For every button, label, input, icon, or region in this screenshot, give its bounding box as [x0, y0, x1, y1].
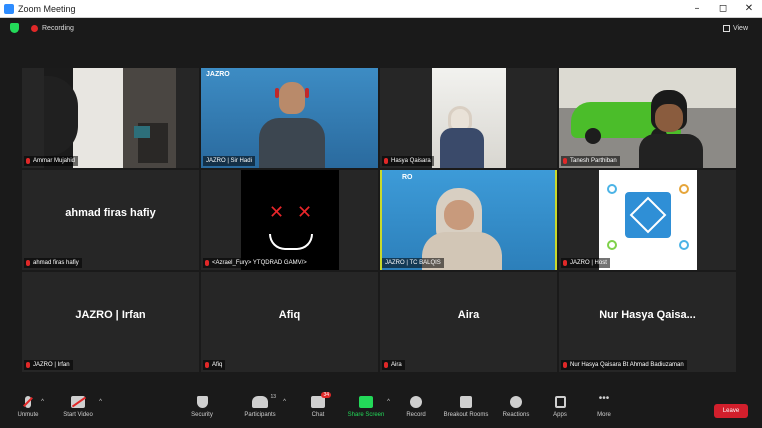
- participant-name: JAZRO | Irfan: [24, 360, 73, 370]
- muted-mic-icon: [563, 362, 567, 368]
- participant-name: JAZRO | TC BALQIS: [382, 258, 444, 268]
- participant-name: JAZRO | Host: [561, 258, 610, 268]
- meeting-controls-toolbar: ^ Unmute ^ Start Video Security 13 ^ Par…: [0, 392, 762, 428]
- participant-name: Afiq: [203, 360, 226, 370]
- minimize-button[interactable]: –: [684, 0, 710, 18]
- muted-mic-icon: [26, 158, 30, 164]
- participant-display-name: Aira: [457, 309, 480, 321]
- participant-avatar-image: ✕ ✕: [241, 170, 339, 270]
- participant-tile[interactable]: Tanesh Parthiban: [559, 68, 736, 168]
- unmute-button[interactable]: ^ Unmute: [6, 396, 50, 418]
- more-button[interactable]: ••• More: [582, 393, 626, 419]
- participant-video: [44, 68, 176, 168]
- participant-tile[interactable]: JAZRO | Irfan JAZRO | Irfan: [22, 272, 199, 372]
- chevron-up-icon[interactable]: ^: [99, 399, 102, 405]
- participant-avatar-image: [599, 170, 697, 270]
- title-bar: Zoom Meeting – ◻ ✕: [0, 0, 762, 18]
- meeting-status-bar: Recording View: [0, 18, 762, 38]
- muted-mic-icon: [26, 260, 30, 266]
- chat-button[interactable]: 34 Chat: [296, 392, 340, 418]
- smiley-icon: [510, 396, 522, 408]
- muted-mic-icon: [205, 362, 209, 368]
- participant-display-name: Afiq: [278, 309, 301, 321]
- participant-name: Hasya Qaisara: [382, 156, 434, 166]
- participant-video: JAZRO: [201, 68, 378, 168]
- participant-name: Nur Hasya Qaisara Bt Ahmad Badiuzaman: [561, 360, 687, 370]
- participant-tile-active-speaker[interactable]: RO JAZRO | TC BALQIS: [380, 170, 557, 270]
- participant-display-name: ahmad firas hafiy: [65, 207, 156, 219]
- muted-mic-icon: [205, 260, 209, 266]
- participant-name: Aira: [382, 360, 405, 370]
- gallery-view: Ammar Mujahid JAZRO JAZRO | Sir Hadi Has…: [22, 68, 738, 373]
- view-button[interactable]: View: [722, 24, 748, 32]
- record-icon: [410, 396, 422, 408]
- participant-tile[interactable]: Hasya Qaisara: [380, 68, 557, 168]
- participant-tile[interactable]: ✕ ✕ <Azrael_Fury> YTQDRAD GAMV/>: [201, 170, 378, 270]
- share-screen-icon: [359, 396, 373, 408]
- participant-tile[interactable]: Ammar Mujahid: [22, 68, 199, 168]
- breakout-rooms-button[interactable]: Breakout Rooms: [444, 396, 488, 418]
- zoom-app-icon: [4, 3, 14, 14]
- participant-name: Ammar Mujahid: [24, 156, 79, 166]
- participant-video: [432, 68, 506, 168]
- share-screen-button[interactable]: ^ Share Screen: [344, 396, 390, 418]
- participant-display-name: Nur Hasya Qaisa...: [599, 309, 696, 321]
- participant-name: Tanesh Parthiban: [561, 156, 620, 166]
- video-off-icon: [71, 396, 87, 408]
- participant-tile[interactable]: ahmad firas hafiy ahmad firas hafiy: [22, 170, 199, 270]
- muted-mic-icon: [26, 362, 30, 368]
- window-title: Zoom Meeting: [18, 3, 76, 14]
- participant-name: <Azrael_Fury> YTQDRAD GAMV/>: [203, 258, 310, 268]
- participant-tile[interactable]: JAZRO | Host: [559, 170, 736, 270]
- security-button[interactable]: Security: [180, 396, 224, 418]
- apps-icon: [554, 396, 566, 408]
- participant-name: ahmad firas hafiy: [24, 258, 82, 268]
- participants-icon: 13: [252, 394, 276, 408]
- start-video-button[interactable]: ^ Start Video: [56, 396, 102, 418]
- more-dots-icon: •••: [598, 393, 610, 404]
- shield-icon: [196, 396, 208, 408]
- chevron-up-icon[interactable]: ^: [283, 399, 286, 405]
- participant-tile[interactable]: JAZRO JAZRO | Sir Hadi: [201, 68, 378, 168]
- muted-mic-icon: [23, 396, 33, 408]
- participant-video: RO: [382, 170, 555, 270]
- participant-video: [559, 68, 736, 168]
- reactions-button[interactable]: Reactions: [494, 396, 538, 418]
- participant-tile[interactable]: Aira Aira: [380, 272, 557, 372]
- recording-dot-icon: [31, 24, 38, 32]
- chevron-up-icon[interactable]: ^: [387, 399, 390, 405]
- participant-name: JAZRO | Sir Hadi: [203, 156, 255, 166]
- participants-button[interactable]: 13 ^ Participants: [238, 394, 286, 418]
- maximize-button[interactable]: ◻: [710, 0, 736, 18]
- view-label: View: [732, 24, 748, 32]
- recording-label: Recording: [42, 24, 74, 32]
- muted-mic-icon: [384, 158, 388, 164]
- muted-mic-icon: [563, 260, 567, 266]
- breakout-rooms-icon: [460, 396, 472, 408]
- muted-mic-icon: [563, 158, 567, 164]
- chat-icon: 34: [311, 392, 331, 408]
- record-button[interactable]: Record: [394, 396, 438, 418]
- encryption-shield-icon[interactable]: [10, 23, 19, 33]
- participant-tile[interactable]: Nur Hasya Qaisa... Nur Hasya Qaisara Bt …: [559, 272, 736, 372]
- chevron-up-icon[interactable]: ^: [41, 399, 44, 405]
- leave-button[interactable]: Leave: [714, 404, 748, 418]
- grid-view-icon: [722, 24, 730, 32]
- muted-mic-icon: [384, 362, 388, 368]
- participant-display-name: JAZRO | Irfan: [75, 309, 146, 321]
- participant-tile[interactable]: Afiq Afiq: [201, 272, 378, 372]
- close-button[interactable]: ✕: [736, 0, 762, 18]
- apps-button[interactable]: Apps: [538, 396, 582, 418]
